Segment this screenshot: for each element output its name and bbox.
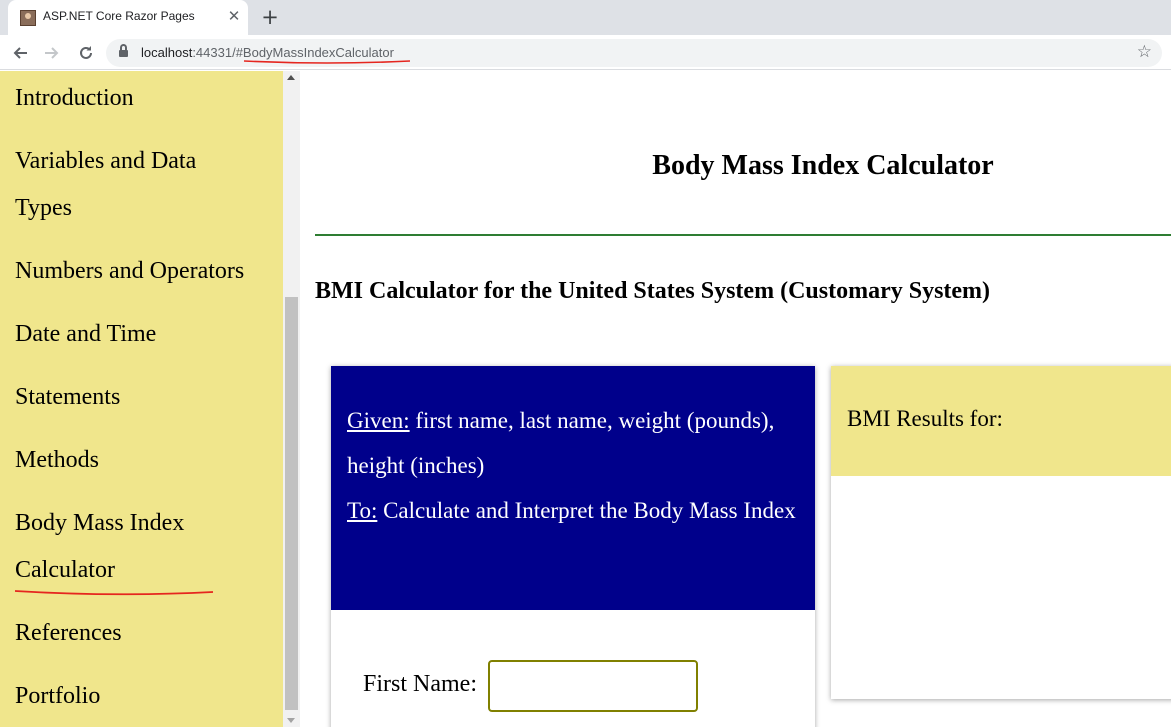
scroll-down-arrow-icon[interactable] — [287, 718, 295, 723]
reload-icon[interactable] — [74, 41, 98, 65]
section-heading: BMI Calculator for the United States Sys… — [315, 278, 991, 304]
url-host: localhost — [141, 45, 193, 60]
back-arrow-icon[interactable] — [8, 41, 32, 65]
sidebar: Introduction Variables and Data Types Nu… — [0, 71, 283, 727]
url-port: :44331 — [192, 45, 233, 60]
bmi-input-card-header: Given: first name, last name, weight (po… — [331, 366, 815, 610]
bookmark-star-icon[interactable]: ☆ — [1137, 42, 1152, 62]
page-title: Body Mass Index Calculator — [652, 150, 994, 181]
sidebar-item-variables-and-data-types-line2[interactable]: Types — [15, 185, 275, 232]
first-name-field[interactable] — [488, 660, 698, 712]
given-label: Given: — [347, 408, 410, 433]
url-annotation-underline — [243, 60, 411, 64]
sidebar-scrollbar[interactable] — [283, 71, 300, 727]
results-label: BMI Results for: — [847, 406, 1003, 431]
site-favicon-icon — [20, 10, 36, 26]
sidebar-item-introduction[interactable]: Introduction — [15, 75, 275, 122]
given-text: first name, last name, weight (pounds), … — [347, 408, 775, 478]
tab-close-icon[interactable]: ✕ — [224, 7, 244, 27]
bmi-input-card: Given: first name, last name, weight (po… — [331, 366, 815, 727]
bmi-results-card-header: BMI Results for: — [831, 366, 1171, 476]
scroll-up-arrow-icon[interactable] — [287, 75, 295, 80]
url-path: /#BodyMassIndexCalculator — [232, 45, 394, 60]
forward-arrow-icon[interactable] — [40, 41, 64, 65]
bmi-results-card: BMI Results for: — [831, 366, 1171, 699]
browser-tab-strip: ASP.NET Core Razor Pages ✕ + — [0, 0, 1171, 35]
title-divider — [315, 234, 1171, 236]
sidebar-item-numbers-and-operators[interactable]: Numbers and Operators — [15, 248, 275, 295]
sidebar-item-variables-and-data-types[interactable]: Variables and Data — [15, 138, 275, 185]
sidebar-item-portfolio[interactable]: Portfolio — [15, 673, 275, 720]
tab-title: ASP.NET Core Razor Pages — [43, 9, 195, 23]
lock-icon — [119, 44, 128, 58]
sidebar-item-methods[interactable]: Methods — [15, 437, 275, 484]
new-tab-plus-icon[interactable]: + — [258, 5, 282, 29]
sidebar-item-date-and-time[interactable]: Date and Time — [15, 311, 275, 358]
sidebar-item-statements[interactable]: Statements — [15, 374, 275, 421]
problem-statement: Given: first name, last name, weight (po… — [347, 398, 807, 533]
sidebar-item-references[interactable]: References — [15, 610, 275, 657]
to-label: To: — [347, 498, 378, 523]
sidebar-item-body-mass-index-calculator[interactable]: Body Mass Index — [15, 500, 275, 547]
first-name-label: First Name: — [363, 671, 477, 697]
sidebar-annotation-underline — [14, 590, 214, 596]
sidebar-item-body-mass-index-calculator-line2[interactable]: Calculator — [15, 547, 275, 594]
browser-toolbar: localhost:44331/#BodyMassIndexCalculator… — [0, 35, 1171, 70]
to-text: Calculate and Interpret the Body Mass In… — [377, 498, 796, 523]
browser-tab[interactable]: ASP.NET Core Razor Pages ✕ — [8, 0, 248, 35]
scrollbar-thumb[interactable] — [285, 297, 298, 710]
url-text[interactable]: localhost:44331/#BodyMassIndexCalculator — [141, 45, 394, 60]
